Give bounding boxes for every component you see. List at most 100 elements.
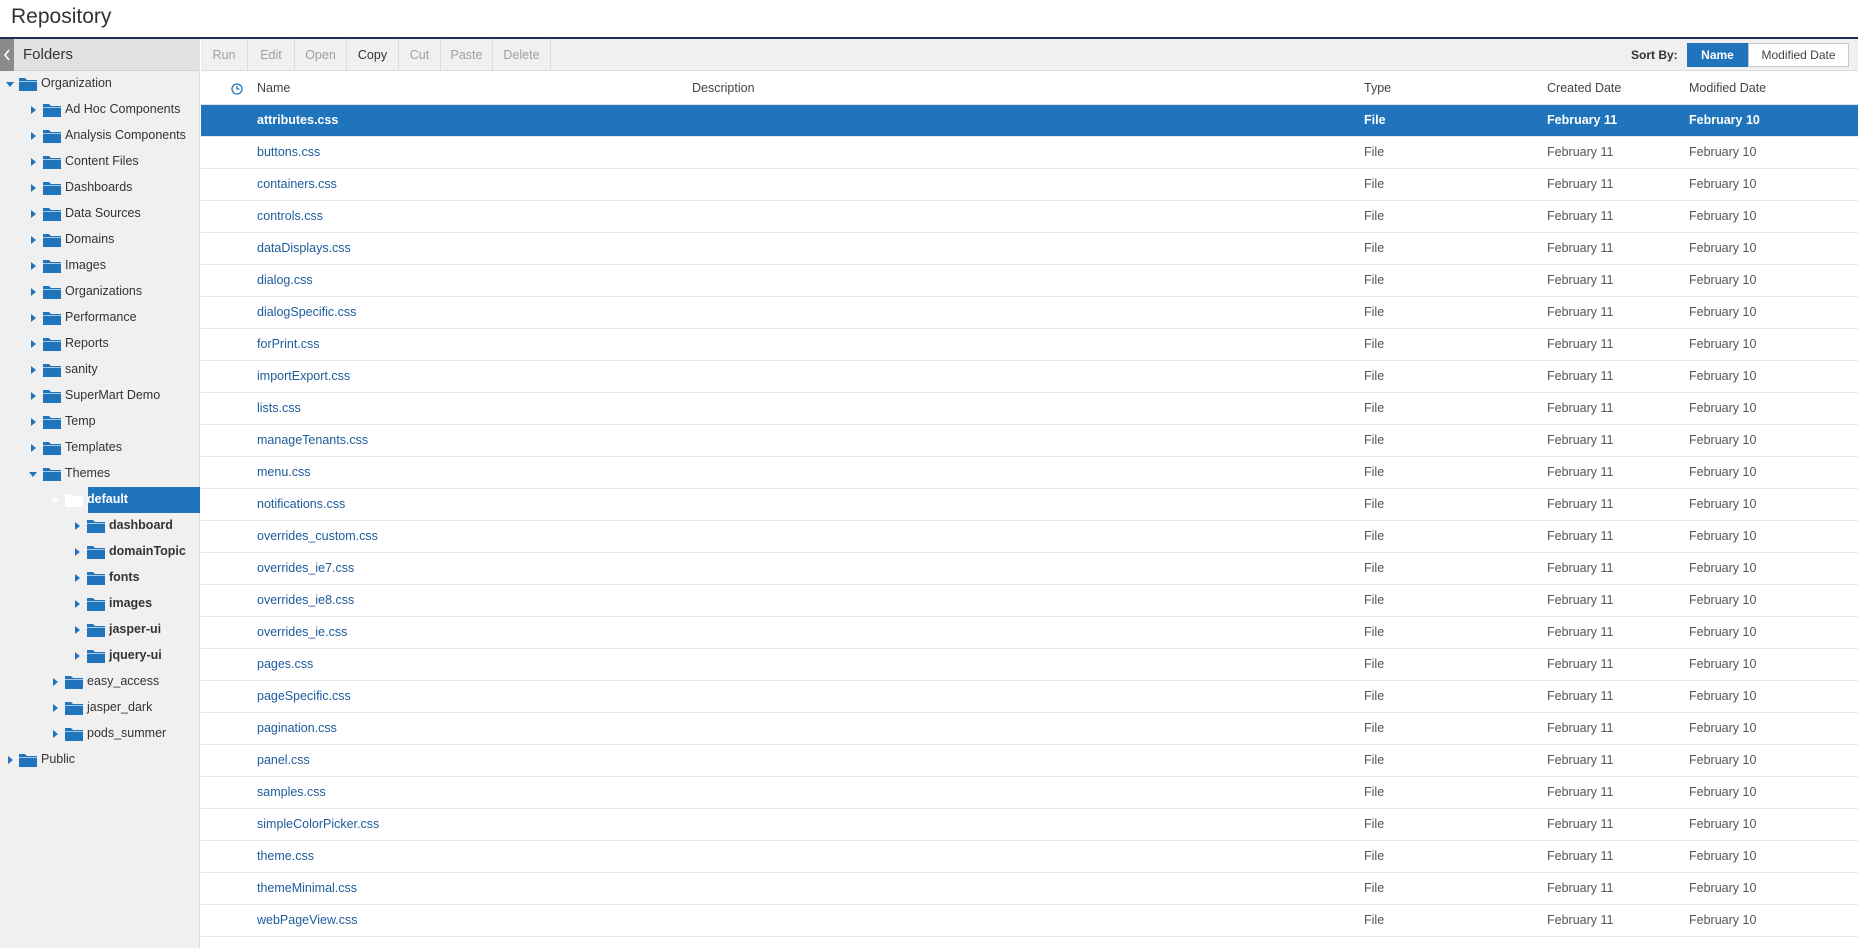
column-header-name[interactable]: Name bbox=[257, 81, 290, 95]
table-row[interactable]: dialog.css File February 11 February 10 bbox=[201, 265, 1858, 297]
row-name[interactable]: overrides_ie8.css bbox=[257, 593, 354, 607]
edit-button[interactable]: Edit bbox=[248, 39, 295, 71]
paste-button[interactable]: Paste bbox=[441, 39, 493, 71]
table-row[interactable]: panel.css File February 11 February 10 bbox=[201, 745, 1858, 777]
triangle-right-icon[interactable] bbox=[28, 287, 38, 297]
triangle-down-icon[interactable] bbox=[28, 469, 38, 479]
row-name[interactable]: manageTenants.css bbox=[257, 433, 368, 447]
table-row[interactable]: menu.css File February 11 February 10 bbox=[201, 457, 1858, 489]
row-name[interactable]: lists.css bbox=[257, 401, 301, 415]
table-row[interactable]: samples.css File February 11 February 10 bbox=[201, 777, 1858, 809]
row-name[interactable]: dialogSpecific.css bbox=[257, 305, 356, 319]
row-name[interactable]: panel.css bbox=[257, 753, 310, 767]
triangle-right-icon[interactable] bbox=[72, 547, 82, 557]
table-row[interactable]: containers.css File February 11 February 10 bbox=[201, 169, 1858, 201]
tree-folder-reports[interactable]: Reports bbox=[0, 331, 200, 357]
copy-button[interactable]: Copy bbox=[347, 39, 399, 71]
column-header-description[interactable]: Description bbox=[692, 81, 755, 95]
clock-icon[interactable] bbox=[231, 83, 243, 95]
column-header-type[interactable]: Type bbox=[1364, 81, 1391, 95]
row-name[interactable]: overrides_ie.css bbox=[257, 625, 347, 639]
table-row[interactable]: simpleColorPicker.css File February 11 Febr… bbox=[201, 809, 1858, 841]
tree-folder-pods-summer[interactable]: pods_summer bbox=[0, 721, 200, 747]
table-row[interactable]: attributes.css File February 11 February 10 bbox=[201, 105, 1858, 137]
triangle-right-icon[interactable] bbox=[28, 131, 38, 141]
triangle-right-icon[interactable] bbox=[72, 521, 82, 531]
table-row[interactable]: notifications.css File February 11 February… bbox=[201, 489, 1858, 521]
row-name[interactable]: notifications.css bbox=[257, 497, 345, 511]
tree-folder-jquery-ui[interactable]: jquery-ui bbox=[0, 643, 200, 669]
triangle-right-icon[interactable] bbox=[72, 625, 82, 635]
column-header-created-date[interactable]: Created Date bbox=[1547, 81, 1621, 95]
triangle-right-icon[interactable] bbox=[28, 235, 38, 245]
delete-button[interactable]: Delete bbox=[493, 39, 551, 71]
tree-folder-easy-access[interactable]: easy_access bbox=[0, 669, 200, 695]
triangle-right-icon[interactable] bbox=[72, 599, 82, 609]
triangle-right-icon[interactable] bbox=[50, 729, 60, 739]
triangle-right-icon[interactable] bbox=[5, 755, 15, 765]
row-name[interactable]: pageSpecific.css bbox=[257, 689, 351, 703]
row-name[interactable]: forPrint.css bbox=[257, 337, 320, 351]
tree-folder-themes[interactable]: Themes bbox=[0, 461, 200, 487]
table-row[interactable]: dialogSpecific.css File February 11 Februar… bbox=[201, 297, 1858, 329]
triangle-right-icon[interactable] bbox=[50, 677, 60, 687]
row-name[interactable]: pagination.css bbox=[257, 721, 337, 735]
tree-folder-analysis-components[interactable]: Analysis Components bbox=[0, 123, 200, 149]
table-row[interactable]: lists.css File February 11 February 10 bbox=[201, 393, 1858, 425]
cut-button[interactable]: Cut bbox=[399, 39, 441, 71]
table-row[interactable]: theme.css File February 11 February 10 bbox=[201, 841, 1858, 873]
table-row[interactable]: overrides_ie7.css File February 11 February… bbox=[201, 553, 1858, 585]
table-row[interactable]: buttons.css File February 11 February 10 bbox=[201, 137, 1858, 169]
tree-folder-content-files[interactable]: Content Files bbox=[0, 149, 200, 175]
triangle-right-icon[interactable] bbox=[28, 183, 38, 193]
run-button[interactable]: Run bbox=[201, 39, 248, 71]
triangle-right-icon[interactable] bbox=[28, 339, 38, 349]
triangle-right-icon[interactable] bbox=[28, 365, 38, 375]
tree-folder-sanity[interactable]: sanity bbox=[0, 357, 200, 383]
tree-folder-jasper-ui[interactable]: jasper-ui bbox=[0, 617, 200, 643]
column-header-modified-date[interactable]: Modified Date bbox=[1689, 81, 1766, 95]
row-name[interactable]: samples.css bbox=[257, 785, 326, 799]
table-row[interactable]: pages.css File February 11 February 10 bbox=[201, 649, 1858, 681]
table-row[interactable]: importExport.css File February 11 February … bbox=[201, 361, 1858, 393]
tree-folder-public[interactable]: Public bbox=[0, 747, 200, 773]
tree-folder-images[interactable]: Images bbox=[0, 253, 200, 279]
tree-folder-temp[interactable]: Temp bbox=[0, 409, 200, 435]
row-name[interactable]: simpleColorPicker.css bbox=[257, 817, 379, 831]
table-row[interactable]: forPrint.css File February 11 February 10 bbox=[201, 329, 1858, 361]
table-row[interactable]: pagination.css File February 11 February 10 bbox=[201, 713, 1858, 745]
row-name[interactable]: dialog.css bbox=[257, 273, 313, 287]
row-name[interactable]: webPageView.css bbox=[257, 913, 358, 927]
tree-folder-fonts[interactable]: fonts bbox=[0, 565, 200, 591]
table-row[interactable]: webPageView.css File February 11 February 1… bbox=[201, 905, 1858, 937]
triangle-down-icon[interactable] bbox=[50, 495, 60, 505]
tree-folder-images[interactable]: images bbox=[0, 591, 200, 617]
sort-by-modified-date-button[interactable]: Modified Date bbox=[1748, 43, 1849, 67]
triangle-down-icon[interactable] bbox=[5, 79, 15, 89]
tree-folder-domains[interactable]: Domains bbox=[0, 227, 200, 253]
row-name[interactable]: themeMinimal.css bbox=[257, 881, 357, 895]
row-name[interactable]: pages.css bbox=[257, 657, 313, 671]
table-row[interactable]: pageSpecific.css File February 11 February … bbox=[201, 681, 1858, 713]
triangle-right-icon[interactable] bbox=[28, 157, 38, 167]
open-button[interactable]: Open bbox=[295, 39, 347, 71]
tree-folder-dashboard[interactable]: dashboard bbox=[0, 513, 200, 539]
row-name[interactable]: importExport.css bbox=[257, 369, 350, 383]
triangle-right-icon[interactable] bbox=[50, 703, 60, 713]
tree-folder-ad-hoc-components[interactable]: Ad Hoc Components bbox=[0, 97, 200, 123]
row-name[interactable]: controls.css bbox=[257, 209, 323, 223]
tree-folder-performance[interactable]: Performance bbox=[0, 305, 200, 331]
row-name[interactable]: overrides_ie7.css bbox=[257, 561, 354, 575]
triangle-right-icon[interactable] bbox=[28, 443, 38, 453]
triangle-right-icon[interactable] bbox=[72, 651, 82, 661]
tree-folder-organizations[interactable]: Organizations bbox=[0, 279, 200, 305]
triangle-right-icon[interactable] bbox=[28, 105, 38, 115]
collapse-panel-button[interactable] bbox=[0, 39, 14, 71]
triangle-right-icon[interactable] bbox=[28, 417, 38, 427]
triangle-right-icon[interactable] bbox=[28, 209, 38, 219]
triangle-right-icon[interactable] bbox=[28, 391, 38, 401]
table-row[interactable]: controls.css File February 11 February 10 bbox=[201, 201, 1858, 233]
table-row[interactable]: overrides_custom.css File February 11 Febru… bbox=[201, 521, 1858, 553]
tree-folder-dashboards[interactable]: Dashboards bbox=[0, 175, 200, 201]
tree-folder-default[interactable]: default bbox=[0, 487, 200, 513]
